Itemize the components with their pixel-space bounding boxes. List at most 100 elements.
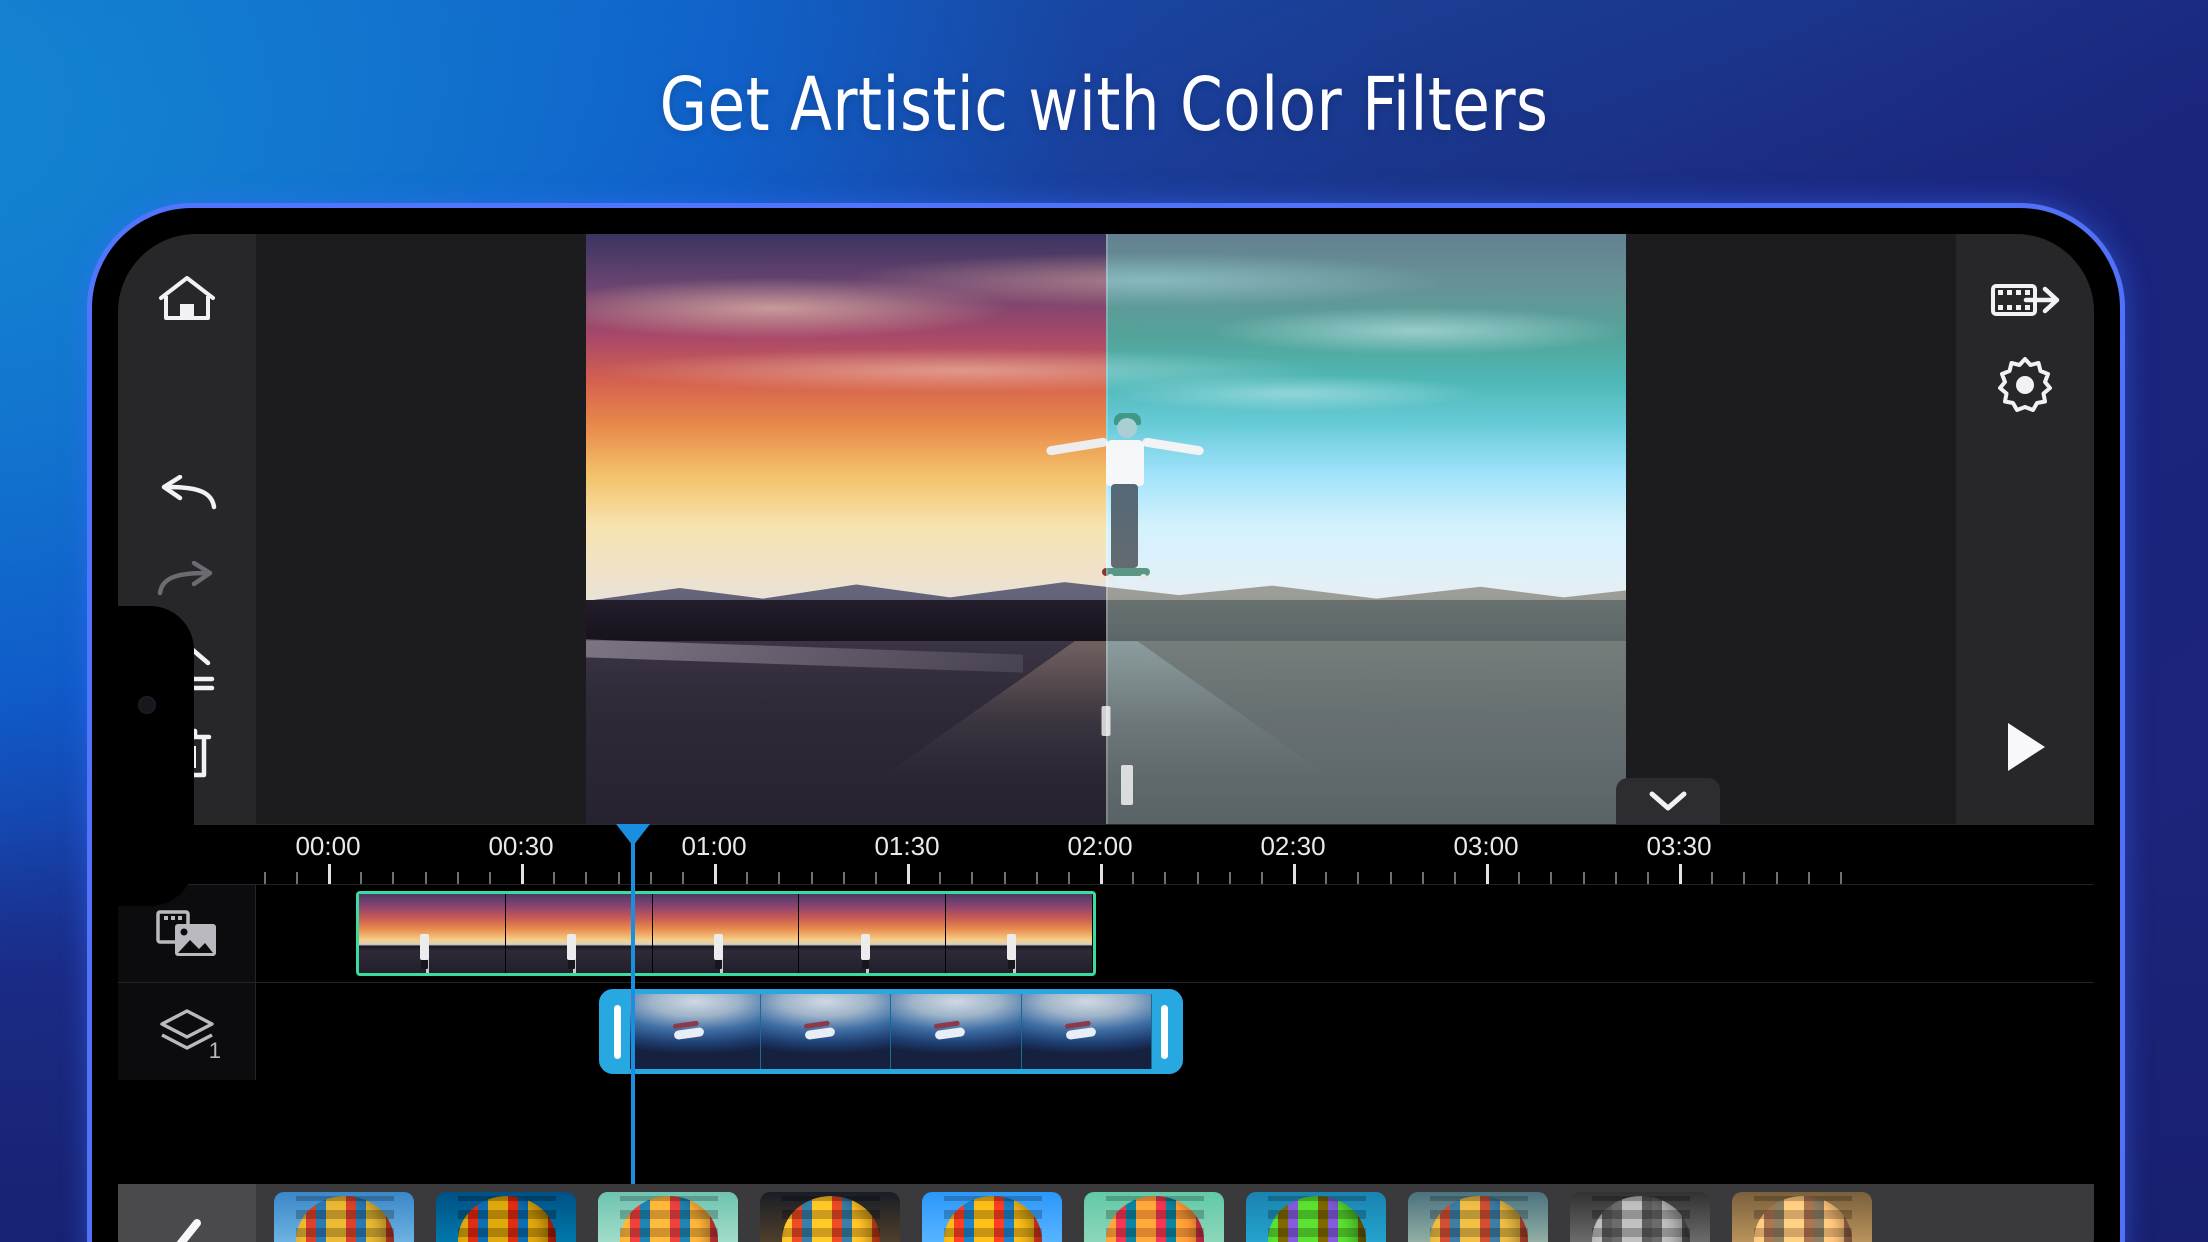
- page-title: Get Artistic with Color Filters: [659, 62, 1549, 148]
- ruler-tick-minor: [1067, 872, 1070, 884]
- timeline-ruler[interactable]: 00:00 00:30 01:00 01:30 02:00 02:30 03:00 03:30: [118, 824, 2094, 884]
- overlay-clip[interactable]: [599, 989, 1183, 1074]
- track-row: 1: [118, 982, 2094, 1080]
- filter-item-ochre[interactable]: Ochre: [1732, 1192, 1872, 1242]
- ruler-tick-major: [328, 864, 331, 884]
- filter-item-crescent[interactable]: Crescent: [274, 1192, 414, 1242]
- timeline: 00:00 00:30 01:00 01:30 02:00 02:30 03:00 03:30: [118, 824, 2094, 1184]
- filter-preview-overlay: [1106, 234, 1626, 824]
- ruler-tick-major: [1679, 864, 1682, 884]
- film-export-icon[interactable]: [1975, 256, 2075, 342]
- ruler-tick-minor: [424, 872, 427, 884]
- filter-thumbnail: [598, 1192, 738, 1242]
- filter-split-divider[interactable]: [1106, 234, 1108, 824]
- filter-item-memory[interactable]: Memory: [1408, 1192, 1548, 1242]
- ruler-tick-minor: [585, 872, 588, 884]
- filter-item-matrix[interactable]: Matrix: [1246, 1192, 1386, 1242]
- promo-banner: Get Artistic with Color Filters 00:00 00…: [0, 0, 2208, 1242]
- ruler-tick-minor: [939, 872, 942, 884]
- ruler-tick-minor: [1550, 872, 1553, 884]
- ruler-tick-minor: [649, 872, 652, 884]
- ruler-tick-minor: [1389, 872, 1392, 884]
- track-row: [118, 884, 2094, 982]
- ruler-tick-minor: [1518, 872, 1521, 884]
- phone-mockup: 00:00 00:30 01:00 01:30 02:00 02:30 03:00 03:30: [92, 208, 2120, 1242]
- layer-count-badge: 1: [208, 1038, 221, 1063]
- filter-item-modern[interactable]: Modern: [1084, 1192, 1224, 1242]
- ruler-tick-minor: [1325, 872, 1328, 884]
- ruler-tick-major: [1486, 864, 1489, 884]
- filter-thumbnail: [1570, 1192, 1710, 1242]
- ruler-tick-major: [521, 864, 524, 884]
- filter-thumbnail: [1732, 1192, 1872, 1242]
- ruler-tick-minor: [1196, 872, 1199, 884]
- filter-thumbnail: [922, 1192, 1062, 1242]
- editor-upper-section: [118, 234, 2094, 824]
- video-preview[interactable]: [586, 234, 1626, 824]
- ruler-tick-minor: [1132, 872, 1135, 884]
- ruler-tick-minor: [1775, 872, 1778, 884]
- filter-item-nostalgia[interactable]: Nostalgia: [922, 1192, 1062, 1242]
- ruler-tick-minor: [842, 872, 845, 884]
- ruler-tick-minor: [488, 872, 491, 884]
- layers-icon[interactable]: 1: [118, 983, 256, 1080]
- ruler-tick-minor: [1743, 872, 1746, 884]
- gear-icon[interactable]: [1975, 342, 2075, 428]
- filter-item-coffee[interactable]: Coffee: [760, 1192, 900, 1242]
- ruler-tick-minor: [1582, 872, 1585, 884]
- ruler-tick-minor: [1357, 872, 1360, 884]
- ruler-tick-minor: [1260, 872, 1263, 884]
- ruler-label: 02:30: [1260, 831, 1326, 861]
- ruler-tick-minor: [1839, 872, 1842, 884]
- ruler-tick-minor: [1711, 872, 1714, 884]
- filter-strip: Crescent Gloom Hippie Coffee Nostalgia Modern…: [118, 1184, 2094, 1242]
- media-track-body[interactable]: [256, 885, 2094, 982]
- ruler-tick-major: [907, 864, 910, 884]
- ruler-label: 03:30: [1646, 831, 1712, 861]
- ruler-tick-minor: [1035, 872, 1038, 884]
- back-button[interactable]: [118, 1184, 256, 1242]
- ruler-tick-minor: [874, 872, 877, 884]
- video-editor-app: 00:00 00:30 01:00 01:30 02:00 02:30 03:00 03:30: [118, 234, 2094, 1242]
- ruler-tick-minor: [263, 872, 266, 884]
- ruler-tick-minor: [456, 872, 459, 884]
- filter-item-hippie[interactable]: Hippie: [598, 1192, 738, 1242]
- ruler-label: 00:00: [295, 831, 361, 861]
- ruler-label: 03:00: [1453, 831, 1519, 861]
- filter-thumbnail: [1408, 1192, 1548, 1242]
- ruler-tick-minor: [617, 872, 620, 884]
- trim-handle-right[interactable]: [1161, 1004, 1168, 1059]
- filter-thumbnail: [436, 1192, 576, 1242]
- ruler-tick-minor: [1228, 872, 1231, 884]
- ruler-label: 01:00: [681, 831, 747, 861]
- filter-thumbnail: [760, 1192, 900, 1242]
- play-icon[interactable]: [1975, 704, 2075, 790]
- ruler-tick-minor: [1453, 872, 1456, 884]
- ruler-tick-minor: [1807, 872, 1810, 884]
- ruler-tick-minor: [681, 872, 684, 884]
- trim-handle-left[interactable]: [614, 1004, 621, 1059]
- timeline-tracks: 1: [118, 884, 2094, 1184]
- filter-thumbnail: [1246, 1192, 1386, 1242]
- filter-thumbnail: [274, 1192, 414, 1242]
- ruler-tick-minor: [1646, 872, 1649, 884]
- ruler-tick-minor: [810, 872, 813, 884]
- home-icon[interactable]: [137, 256, 237, 342]
- ruler-tick-minor: [295, 872, 298, 884]
- ruler-tick-minor: [1003, 872, 1006, 884]
- ruler-label: 01:30: [874, 831, 940, 861]
- ruler-label: 00:30: [488, 831, 554, 861]
- undo-icon[interactable]: [137, 452, 237, 538]
- ruler-tick-minor: [392, 872, 395, 884]
- filter-item-noir[interactable]: Noir: [1570, 1192, 1710, 1242]
- collapse-preview-button[interactable]: [1616, 778, 1720, 824]
- filter-list[interactable]: Crescent Gloom Hippie Coffee Nostalgia Modern…: [256, 1184, 1890, 1242]
- filter-item-gloom[interactable]: Gloom: [436, 1192, 576, 1242]
- ruler-label: 02:00: [1067, 831, 1133, 861]
- video-clip[interactable]: [356, 891, 1096, 976]
- right-toolbar: [1956, 234, 2094, 824]
- phone-screen: 00:00 00:30 01:00 01:30 02:00 02:30 03:00 03:30: [118, 234, 2094, 1242]
- layer-track-body[interactable]: [256, 983, 2094, 1080]
- filter-thumbnail: [1084, 1192, 1224, 1242]
- front-camera: [138, 696, 156, 714]
